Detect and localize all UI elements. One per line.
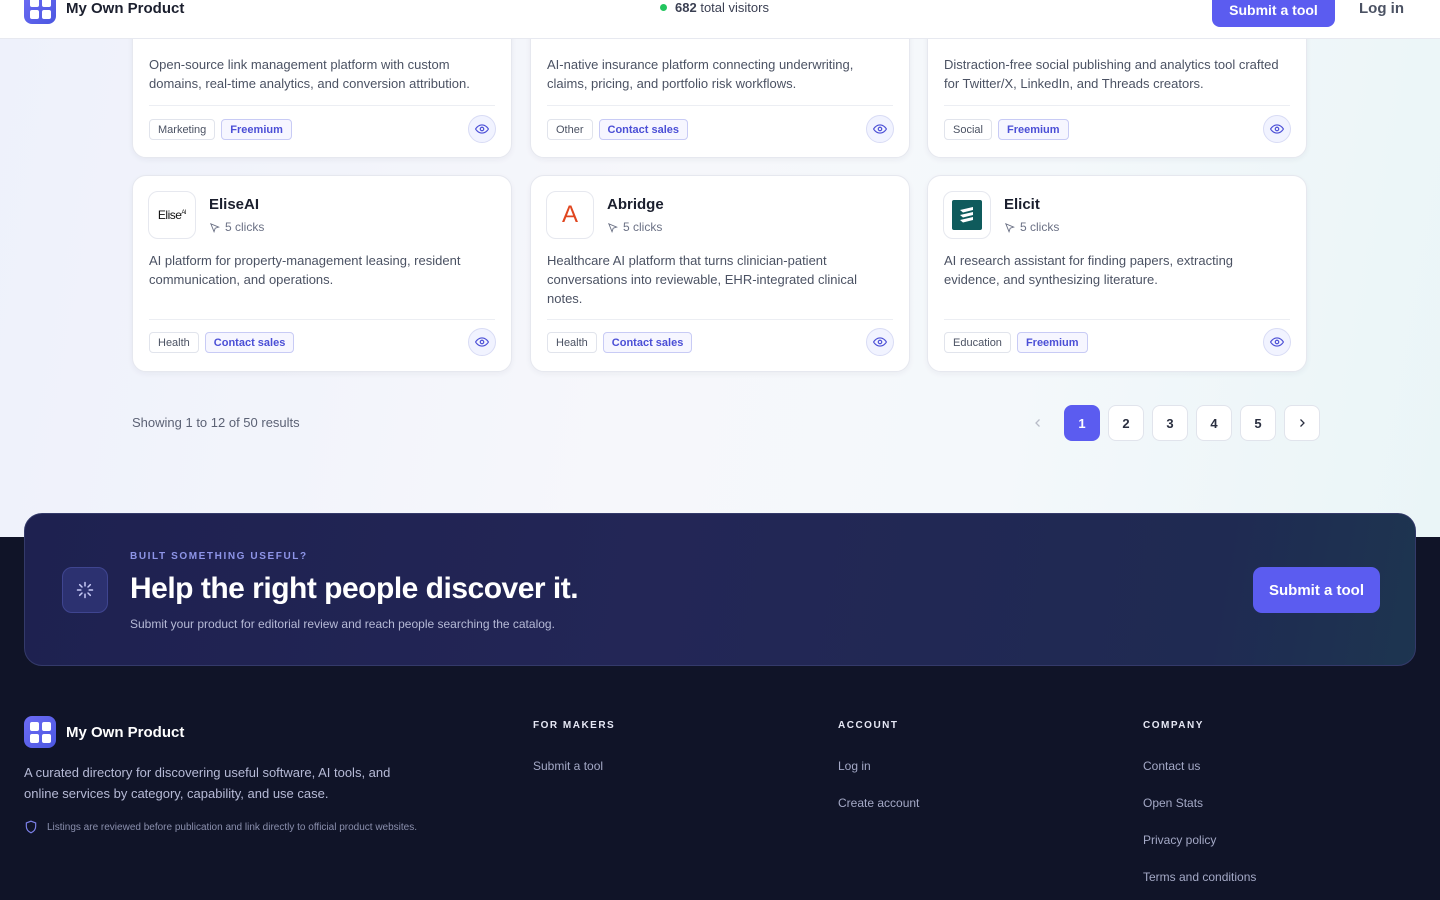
- brand-name: My Own Product: [66, 0, 185, 17]
- click-count-label: 5 clicks: [623, 220, 663, 234]
- cta-title: Help the right people discover it.: [130, 572, 579, 605]
- eliseai-logo-text: EliseAI: [157, 208, 187, 222]
- divider: [547, 105, 893, 106]
- category-tag[interactable]: Education: [944, 332, 1011, 353]
- footer-link-create-account[interactable]: Create account: [838, 796, 919, 833]
- tool-description: Healthcare AI platform that turns clinic…: [547, 253, 857, 306]
- grid-logo-icon: [24, 716, 56, 748]
- divider: [547, 319, 893, 320]
- footer-column-account: ACCOUNT Log in Create account: [838, 720, 919, 833]
- abridge-logo: A: [546, 191, 594, 239]
- click-count-label: 5 clicks: [225, 220, 265, 234]
- footer-note-text: Listings are reviewed before publication…: [47, 821, 418, 833]
- click-count: 5 clicks: [1004, 220, 1059, 234]
- page-button-3[interactable]: 3: [1152, 405, 1188, 441]
- footer-link-login[interactable]: Log in: [838, 759, 919, 796]
- tool-description: AI platform for property-management leas…: [149, 253, 461, 287]
- pricing-tag: Freemium: [1016, 332, 1088, 353]
- top-navbar: My Own Product 682 total visitors Submit…: [0, 0, 1440, 39]
- submit-tool-button[interactable]: Submit a tool: [1212, 0, 1335, 27]
- page-button-4[interactable]: 4: [1196, 405, 1232, 441]
- pricing-tag: Contact sales: [602, 332, 693, 353]
- eye-icon[interactable]: [1263, 115, 1291, 143]
- tool-name[interactable]: EliseAI: [209, 196, 259, 213]
- eye-icon[interactable]: [1263, 328, 1291, 356]
- tool-card-abridge[interactable]: A Abridge 5 clicks Healthcare AI platfor…: [530, 175, 910, 372]
- eye-icon[interactable]: [468, 115, 496, 143]
- tool-description: AI-native insurance platform connecting …: [547, 57, 854, 91]
- brand-link[interactable]: My Own Product: [24, 0, 184, 24]
- eliseai-logo: EliseAI: [148, 191, 196, 239]
- online-dot-icon: [660, 4, 667, 11]
- category-tag[interactable]: Other: [547, 119, 593, 140]
- footer-note: Listings are reviewed before publication…: [24, 820, 417, 834]
- login-link[interactable]: Log in: [1359, 0, 1404, 17]
- visitor-label: total visitors: [700, 0, 769, 15]
- page-button-1[interactable]: 1: [1064, 405, 1100, 441]
- abridge-logo-glyph: A: [561, 201, 578, 228]
- footer-link-privacy[interactable]: Privacy policy: [1143, 833, 1256, 870]
- click-count-label: 5 clicks: [1020, 220, 1060, 234]
- next-page-button[interactable]: [1284, 405, 1320, 441]
- cta-subtitle: Submit your product for editorial review…: [130, 617, 555, 631]
- cursor-click-icon: [607, 222, 618, 233]
- pagination: 1 2 3 4 5: [1020, 405, 1320, 441]
- cta-submit-button[interactable]: Submit a tool: [1253, 567, 1380, 613]
- footer-link-contact[interactable]: Contact us: [1143, 759, 1256, 796]
- pricing-tag: Freemium: [221, 119, 292, 140]
- footer-column-company: COMPANY Contact us Open Stats Privacy po…: [1143, 720, 1256, 900]
- visitor-count: 682: [675, 0, 697, 15]
- eye-icon[interactable]: [468, 328, 496, 356]
- footer-brand[interactable]: My Own Product: [24, 716, 184, 748]
- footer-heading: FOR MAKERS: [533, 720, 616, 731]
- footer-link-open-stats[interactable]: Open Stats: [1143, 796, 1256, 833]
- tool-description: Distraction-free social publishing and a…: [944, 57, 1279, 91]
- footer-heading: COMPANY: [1143, 720, 1204, 731]
- page-button-2[interactable]: 2: [1108, 405, 1144, 441]
- sparkle-icon: [62, 567, 108, 613]
- footer-column-makers: FOR MAKERS Submit a tool: [533, 720, 615, 796]
- tool-card-eliseai[interactable]: EliseAI EliseAI 5 clicks AI platform for…: [132, 175, 512, 372]
- eye-icon[interactable]: [866, 115, 894, 143]
- tool-name[interactable]: Abridge: [607, 196, 664, 213]
- click-count: 5 clicks: [209, 220, 264, 234]
- divider: [149, 105, 495, 106]
- footer-link-submit[interactable]: Submit a tool: [533, 759, 615, 796]
- tool-card-elicit[interactable]: Elicit 5 clicks AI research assistant fo…: [927, 175, 1307, 372]
- elicit-logo-icon: [952, 200, 982, 230]
- tool-description: AI research assistant for finding papers…: [944, 253, 1234, 287]
- tool-name[interactable]: Elicit: [1004, 196, 1040, 213]
- category-tag[interactable]: Health: [547, 332, 597, 353]
- cta-banner: BUILT SOMETHING USEFUL? Help the right p…: [24, 513, 1416, 666]
- pricing-tag: Contact sales: [598, 119, 689, 140]
- visitor-counter: 682 total visitors: [660, 0, 769, 15]
- tool-description: Open-source link management platform wit…: [149, 57, 470, 91]
- eye-icon[interactable]: [866, 328, 894, 356]
- divider: [149, 319, 495, 320]
- results-summary: Showing 1 to 12 of 50 results: [132, 415, 300, 430]
- click-count: 5 clicks: [607, 220, 662, 234]
- cursor-click-icon: [209, 222, 220, 233]
- page-button-5[interactable]: 5: [1240, 405, 1276, 441]
- category-tag[interactable]: Marketing: [149, 119, 216, 140]
- pricing-tag: Contact sales: [204, 332, 295, 353]
- footer-brand-name: My Own Product: [66, 723, 185, 741]
- chevron-right-icon: [1300, 419, 1305, 427]
- cta-eyebrow: BUILT SOMETHING USEFUL?: [130, 551, 308, 562]
- divider: [944, 319, 1290, 320]
- footer-heading: ACCOUNT: [838, 720, 899, 731]
- pricing-tag: Freemium: [997, 119, 1069, 140]
- divider: [944, 105, 1290, 106]
- footer-description: A curated directory for discovering usef…: [24, 765, 391, 801]
- chevron-left-icon: [1035, 419, 1040, 427]
- prev-page-button[interactable]: [1020, 405, 1056, 441]
- category-tag[interactable]: Health: [149, 332, 199, 353]
- footer-link-terms[interactable]: Terms and conditions: [1143, 870, 1256, 900]
- shield-icon: [25, 820, 37, 834]
- cursor-click-icon: [1004, 222, 1015, 233]
- grid-logo-icon: [24, 0, 56, 24]
- elicit-logo: [943, 191, 991, 239]
- category-tag[interactable]: Social: [944, 119, 992, 140]
